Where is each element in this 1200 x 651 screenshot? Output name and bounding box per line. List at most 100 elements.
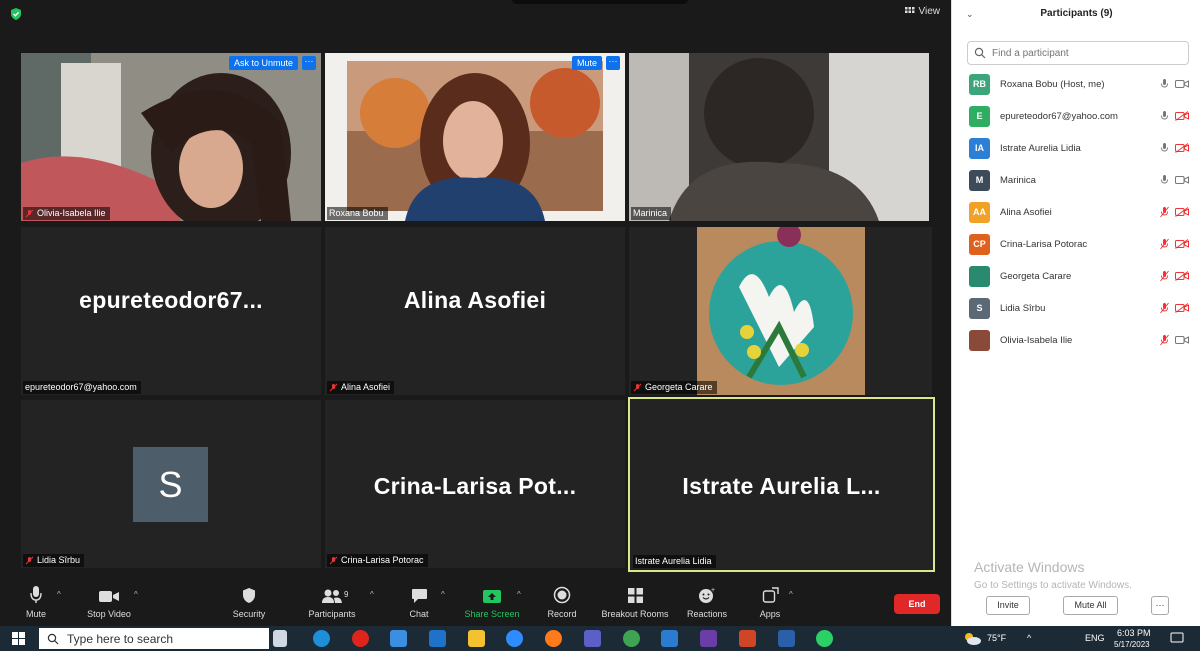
participant-search[interactable] bbox=[967, 41, 1189, 65]
mail-icon[interactable] bbox=[429, 630, 446, 647]
video-tile-roxana[interactable]: Mute ··· Roxana Bobu bbox=[325, 53, 625, 221]
save-app-icon[interactable] bbox=[700, 630, 717, 647]
participant-name: Istrate Aurelia Lidia bbox=[1000, 142, 1081, 154]
video-tile-crina[interactable]: Crina-Larisa Pot... Crina-Larisa Potorac bbox=[325, 400, 625, 568]
end-meeting-button[interactable]: End bbox=[894, 594, 940, 614]
participant-name: Alina Asofiei bbox=[1000, 206, 1052, 218]
participant-name: Georgeta Carare bbox=[1000, 270, 1072, 282]
task-view-icon[interactable] bbox=[273, 630, 287, 647]
taskbar-search[interactable]: Type here to search bbox=[39, 628, 269, 649]
video-tile-olivia[interactable]: Ask to Unmute ··· Olivia-Isabela Ilie bbox=[21, 53, 321, 221]
ask-to-unmute-button[interactable]: Ask to Unmute bbox=[228, 56, 298, 70]
participant-big-name: epureteodor67... bbox=[79, 287, 263, 313]
participant-row[interactable]: M Marinica bbox=[969, 169, 1189, 191]
apps-button[interactable]: Apps bbox=[757, 580, 783, 619]
language-indicator[interactable]: ENG bbox=[1085, 633, 1105, 643]
muted-mic-icon bbox=[1160, 334, 1169, 346]
video-tile-marinica[interactable]: Marinica bbox=[629, 53, 929, 221]
apps-options-caret[interactable]: ^ bbox=[789, 590, 793, 599]
participants-icon bbox=[322, 589, 342, 603]
edge-icon[interactable] bbox=[313, 630, 330, 647]
opera-icon[interactable] bbox=[352, 630, 369, 647]
video-options-caret[interactable]: ^ bbox=[134, 590, 138, 599]
smiley-icon: + bbox=[699, 587, 715, 603]
participant-name: Roxana Bobu (Host, me) bbox=[1000, 78, 1105, 90]
participant-row[interactable]: RB Roxana Bobu (Host, me) bbox=[969, 73, 1189, 95]
meeting-toolbar: Mute ^ Stop Video ^ Security 9 Participa… bbox=[0, 580, 950, 626]
mute-button[interactable]: Mute bbox=[22, 580, 50, 619]
search-input[interactable] bbox=[990, 46, 1179, 60]
activate-windows-subtitle: Go to Settings to activate Windows. bbox=[974, 580, 1132, 591]
teams-icon[interactable] bbox=[584, 630, 601, 647]
word-icon[interactable] bbox=[778, 630, 795, 647]
search-icon bbox=[974, 47, 986, 59]
tray-chevron-icon[interactable]: ^ bbox=[1027, 633, 1031, 643]
mute-all-button[interactable]: Mute All bbox=[1063, 596, 1118, 615]
video-tile-lidia[interactable]: S Lidia Sîrbu bbox=[21, 400, 321, 568]
temperature-label: 75°F bbox=[987, 633, 1007, 643]
participant-name: Lidia Sîrbu bbox=[1000, 302, 1046, 314]
breakout-rooms-button[interactable]: Breakout Rooms bbox=[599, 580, 671, 619]
notifications-icon[interactable] bbox=[1170, 632, 1184, 645]
share-screen-button[interactable]: Share Screen bbox=[464, 580, 520, 619]
zoom-icon[interactable] bbox=[506, 630, 523, 647]
invite-button[interactable]: Invite bbox=[986, 596, 1030, 615]
participants-button[interactable]: 9 Participants bbox=[306, 580, 358, 619]
avatar: M bbox=[969, 169, 990, 191]
participant-row[interactable]: S Lidia Sîrbu bbox=[969, 297, 1189, 319]
muted-mic-icon bbox=[633, 383, 642, 391]
video-camera-icon bbox=[1175, 80, 1189, 88]
stop-video-button[interactable]: Stop Video bbox=[82, 580, 136, 619]
profile-picture bbox=[629, 227, 932, 395]
participants-options-caret[interactable]: ^ bbox=[370, 590, 374, 599]
participant-row[interactable]: Georgeta Carare bbox=[969, 265, 1189, 287]
security-button[interactable]: Security bbox=[229, 580, 269, 619]
avatar: S bbox=[969, 297, 990, 319]
microphone-icon bbox=[1161, 111, 1168, 120]
windows-start-icon[interactable] bbox=[12, 632, 25, 645]
weather-icon bbox=[965, 633, 981, 645]
whatsapp-icon[interactable] bbox=[816, 630, 833, 647]
mute-participant-button[interactable]: Mute bbox=[571, 56, 602, 70]
video-tile-istrate-active-speaker[interactable]: Istrate Aurelia L... Istrate Aurelia Lid… bbox=[628, 397, 935, 572]
reactions-button[interactable]: + Reactions bbox=[686, 580, 728, 619]
avatar bbox=[969, 329, 990, 351]
muted-mic-icon bbox=[25, 556, 34, 564]
participant-row[interactable]: IA Istrate Aurelia Lidia bbox=[969, 137, 1189, 159]
video-tile-alina[interactable]: Alina Asofiei Alina Asofiei bbox=[325, 227, 625, 395]
video-tile-georgeta[interactable]: Georgeta Carare bbox=[629, 227, 932, 395]
participant-row[interactable]: CP Crina-Larisa Potorac bbox=[969, 233, 1189, 255]
video-off-icon bbox=[1175, 239, 1189, 249]
file-explorer-icon[interactable] bbox=[468, 630, 485, 647]
participant-row[interactable]: Eepureteodor67@yahoo.com bbox=[969, 105, 1189, 127]
participant-name: epureteodor67@yahoo.com bbox=[1000, 110, 1118, 122]
firefox-icon[interactable] bbox=[545, 630, 562, 647]
windows-taskbar: Type here to search 75°F ^ ENG 6:03 PM 5… bbox=[0, 626, 1200, 651]
share-options-caret[interactable]: ^ bbox=[517, 590, 521, 599]
chrome-icon[interactable] bbox=[623, 630, 640, 647]
tile-more-button[interactable]: ··· bbox=[606, 56, 620, 70]
tile-more-button[interactable]: ··· bbox=[302, 56, 316, 70]
participant-row[interactable]: Olivia-Isabela Ilie bbox=[969, 329, 1189, 351]
record-button[interactable]: Record bbox=[545, 580, 579, 619]
video-tile-epureteodor[interactable]: epureteodor67... epureteodor67@yahoo.com bbox=[21, 227, 321, 395]
video-off-icon bbox=[1175, 207, 1189, 217]
app-icon[interactable] bbox=[661, 630, 678, 647]
security-shield-icon[interactable] bbox=[9, 7, 23, 21]
chat-button[interactable]: Chat bbox=[405, 580, 433, 619]
tile-name-label: Georgeta Carare bbox=[631, 381, 717, 394]
grid-icon bbox=[904, 7, 914, 13]
chat-options-caret[interactable]: ^ bbox=[441, 590, 445, 599]
avatar: E bbox=[969, 105, 990, 127]
microphone-icon bbox=[30, 586, 42, 603]
mute-options-caret[interactable]: ^ bbox=[57, 590, 61, 599]
store-icon[interactable] bbox=[390, 630, 407, 647]
participant-row[interactable]: AA Alina Asofiei bbox=[969, 201, 1189, 223]
muted-mic-icon bbox=[1160, 302, 1169, 314]
powerpoint-icon[interactable] bbox=[739, 630, 756, 647]
panel-more-button[interactable]: ··· bbox=[1151, 596, 1169, 615]
view-button[interactable]: View bbox=[904, 6, 941, 17]
video-camera-icon bbox=[1175, 336, 1189, 344]
view-label: View bbox=[918, 6, 941, 17]
svg-text:+: + bbox=[711, 587, 715, 594]
